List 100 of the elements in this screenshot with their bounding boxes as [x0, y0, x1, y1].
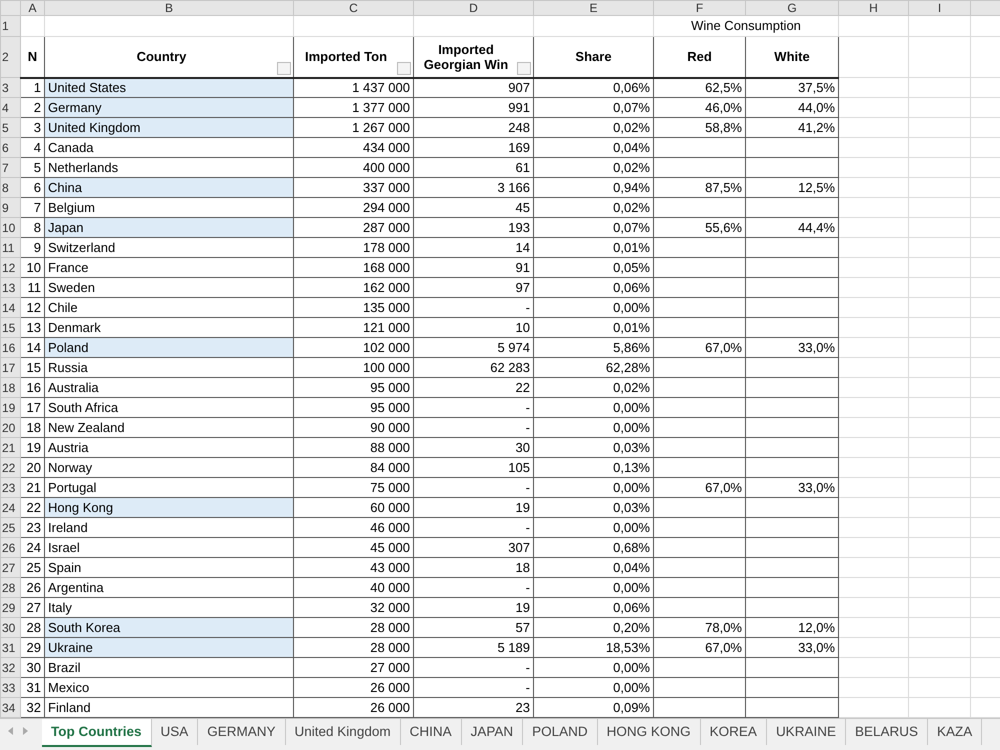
- table-cell: 21: [20, 478, 44, 498]
- table-cell: Austria: [44, 438, 294, 458]
- table-cell: China: [44, 178, 294, 198]
- table-cell: 33,0%: [746, 338, 838, 358]
- row-header[interactable]: 22: [0, 458, 20, 478]
- table-cell: 0,94%: [534, 178, 654, 198]
- row-header[interactable]: 9: [0, 198, 20, 218]
- sheet-tab[interactable]: KOREA: [700, 719, 767, 745]
- table-cell: 0,01%: [534, 318, 654, 338]
- table-cell: 95 000: [294, 398, 414, 418]
- row-header[interactable]: 6: [0, 138, 20, 158]
- table-cell: 26: [20, 578, 44, 598]
- table-cell: 5 974: [414, 338, 534, 358]
- row-header[interactable]: 30: [0, 618, 20, 638]
- table-cell: 14: [414, 238, 534, 258]
- column-header[interactable]: E: [534, 0, 654, 16]
- row-header[interactable]: 7: [0, 158, 20, 178]
- table-cell: 15: [20, 358, 44, 378]
- column-header[interactable]: D: [414, 0, 534, 16]
- table-cell: 907: [414, 78, 534, 98]
- column-heading: N: [20, 36, 44, 78]
- table-cell: 0,07%: [534, 218, 654, 238]
- row-header[interactable]: 23: [0, 478, 20, 498]
- table-cell: 0,03%: [534, 498, 654, 518]
- table-cell: Russia: [44, 358, 294, 378]
- table-cell: 0,20%: [534, 618, 654, 638]
- table-cell: Canada: [44, 138, 294, 158]
- row-header[interactable]: 19: [0, 398, 20, 418]
- sheet-tab[interactable]: JAPAN: [462, 719, 524, 745]
- column-header[interactable]: B: [44, 0, 294, 16]
- row-header[interactable]: 16: [0, 338, 20, 358]
- table-cell: 0,02%: [534, 378, 654, 398]
- row-header[interactable]: 27: [0, 558, 20, 578]
- table-cell: 32 000: [294, 598, 414, 618]
- column-header[interactable]: F: [654, 0, 746, 16]
- row-header[interactable]: 26: [0, 538, 20, 558]
- sheet-tab[interactable]: POLAND: [523, 719, 598, 745]
- row-header[interactable]: 14: [0, 298, 20, 318]
- table-cell: Ukraine: [44, 638, 294, 658]
- sheet-tab[interactable]: Top Countries: [42, 719, 152, 747]
- sheet-tab[interactable]: KAZA: [928, 719, 982, 745]
- row-header[interactable]: 34: [0, 698, 20, 718]
- row-header[interactable]: 18: [0, 378, 20, 398]
- row-header[interactable]: 4: [0, 98, 20, 118]
- column-header[interactable]: A: [20, 0, 44, 16]
- row-header[interactable]: 33: [0, 678, 20, 698]
- scroll-right-icon[interactable]: [23, 727, 28, 735]
- row-header[interactable]: 5: [0, 118, 20, 138]
- table-cell: 0,13%: [534, 458, 654, 478]
- sheet-tab[interactable]: BELARUS: [846, 719, 928, 745]
- column-heading: Imported Georgian Win: [414, 36, 534, 78]
- filter-dropdown-button[interactable]: [397, 62, 411, 74]
- table-cell: -: [414, 298, 534, 318]
- row-header[interactable]: 21: [0, 438, 20, 458]
- column-heading: Red: [654, 36, 746, 78]
- row-header[interactable]: 2: [0, 36, 20, 78]
- row-header[interactable]: 24: [0, 498, 20, 518]
- sheet-tab[interactable]: GERMANY: [198, 719, 286, 745]
- row-header[interactable]: 3: [0, 78, 20, 98]
- row-header[interactable]: 8: [0, 178, 20, 198]
- row-header[interactable]: 12: [0, 258, 20, 278]
- column-header[interactable]: C: [294, 0, 414, 16]
- row-header[interactable]: 25: [0, 518, 20, 538]
- row-header[interactable]: 17: [0, 358, 20, 378]
- column-header[interactable]: G: [746, 0, 838, 16]
- row-header[interactable]: 1: [0, 16, 20, 36]
- column-heading: White: [746, 36, 838, 78]
- scroll-left-icon[interactable]: [8, 727, 13, 735]
- table-cell: 67,0%: [654, 478, 746, 498]
- table-cell: 0,06%: [534, 598, 654, 618]
- column-header[interactable]: H: [838, 0, 908, 16]
- table-cell: Chile: [44, 298, 294, 318]
- sheet-tab[interactable]: CHINA: [400, 719, 462, 745]
- sheet-tab[interactable]: HONG KONG: [598, 719, 701, 745]
- table-cell: 248: [414, 118, 534, 138]
- table-cell: 12,5%: [746, 178, 838, 198]
- row-header[interactable]: 31: [0, 638, 20, 658]
- sheet-tab[interactable]: USA: [152, 719, 198, 745]
- table-cell: 0,00%: [534, 298, 654, 318]
- sheet-tab[interactable]: United Kingdom: [286, 719, 401, 745]
- column-header[interactable]: I: [908, 0, 970, 16]
- table-cell: 67,0%: [654, 638, 746, 658]
- row-header[interactable]: 10: [0, 218, 20, 238]
- table-cell: 0,04%: [534, 558, 654, 578]
- row-header[interactable]: 13: [0, 278, 20, 298]
- row-header[interactable]: 29: [0, 598, 20, 618]
- row-header[interactable]: 15: [0, 318, 20, 338]
- row-header[interactable]: 20: [0, 418, 20, 438]
- row-header[interactable]: 11: [0, 238, 20, 258]
- filter-dropdown-button[interactable]: [277, 62, 291, 74]
- table-cell: 12,0%: [746, 618, 838, 638]
- table-cell: Mexico: [44, 678, 294, 698]
- select-all-corner[interactable]: [0, 0, 20, 16]
- filter-dropdown-button[interactable]: [517, 62, 531, 74]
- sheet-tab[interactable]: UKRAINE: [766, 719, 846, 745]
- table-cell: 87,5%: [654, 178, 746, 198]
- row-header[interactable]: 28: [0, 578, 20, 598]
- table-cell: 3 166: [414, 178, 534, 198]
- table-cell: 61: [414, 158, 534, 178]
- row-header[interactable]: 32: [0, 658, 20, 678]
